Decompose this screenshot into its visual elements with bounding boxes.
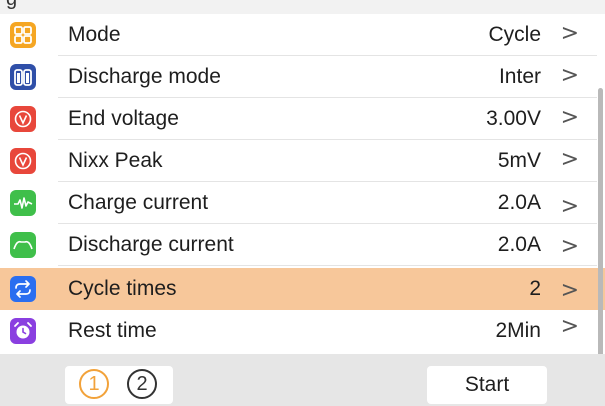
row-divider <box>58 265 597 266</box>
row-end-voltage[interactable]: End voltage 3.00V > <box>0 98 605 140</box>
row-label: Charge current <box>68 191 209 214</box>
row-cycle-times[interactable]: Cycle times 2 > <box>0 268 605 310</box>
chevron-right-icon: > <box>560 21 579 46</box>
curve-icon <box>10 232 36 258</box>
pulse-icon <box>10 190 36 216</box>
header-title-fragment: g <box>6 0 17 11</box>
row-value: Inter <box>498 65 541 88</box>
row-rest-time[interactable]: Rest time 2Min > <box>0 310 605 352</box>
row-mode[interactable]: Mode Cycle > <box>0 14 605 56</box>
voltage-icon <box>10 148 36 174</box>
row-discharge-current[interactable]: Discharge current 2.0A > <box>0 224 605 266</box>
chevron-right-icon: > <box>560 105 579 130</box>
page-2-button[interactable]: 2 <box>127 369 157 399</box>
chevron-right-icon: > <box>560 63 579 88</box>
battery-pair-icon <box>10 64 36 90</box>
row-value: 2.0A <box>497 233 541 256</box>
row-value: Cycle <box>488 23 541 46</box>
row-value: 2Min <box>495 319 541 342</box>
row-charge-current[interactable]: Charge current 2.0A > <box>0 182 605 224</box>
start-button[interactable]: Start <box>427 366 547 404</box>
row-value: 5mV <box>497 149 541 172</box>
chevron-right-icon: > <box>560 278 579 303</box>
row-value: 3.00V <box>486 107 541 130</box>
row-label: Rest time <box>68 319 157 342</box>
row-label: Discharge mode <box>68 65 221 88</box>
row-nixx-peak[interactable]: Nixx Peak 5mV > <box>0 140 605 182</box>
row-label: Mode <box>68 23 121 46</box>
row-label: Discharge current <box>68 233 234 256</box>
row-discharge-mode[interactable]: Discharge mode Inter > <box>0 56 605 98</box>
footer-bar: 1 2 Start <box>0 354 605 406</box>
settings-list: Mode Cycle > Discharge mode Inter > End … <box>0 14 605 366</box>
grid-icon <box>10 22 36 48</box>
row-label: Nixx Peak <box>68 149 163 172</box>
cycle-icon <box>10 276 36 302</box>
alarm-clock-icon <box>10 318 36 344</box>
page-1-button[interactable]: 1 <box>79 369 109 399</box>
row-value: 2.0A <box>497 191 541 214</box>
chevron-right-icon: > <box>560 234 579 259</box>
row-value: 2 <box>529 277 541 300</box>
voltage-icon <box>10 106 36 132</box>
header-strip: g <box>0 0 605 14</box>
row-label: End voltage <box>68 107 179 130</box>
scrollbar[interactable] <box>598 88 603 366</box>
chevron-right-icon: > <box>560 314 579 339</box>
row-label: Cycle times <box>68 277 177 300</box>
page-selector: 1 2 <box>65 366 173 404</box>
chevron-right-icon: > <box>560 147 579 172</box>
chevron-right-icon: > <box>560 194 579 219</box>
